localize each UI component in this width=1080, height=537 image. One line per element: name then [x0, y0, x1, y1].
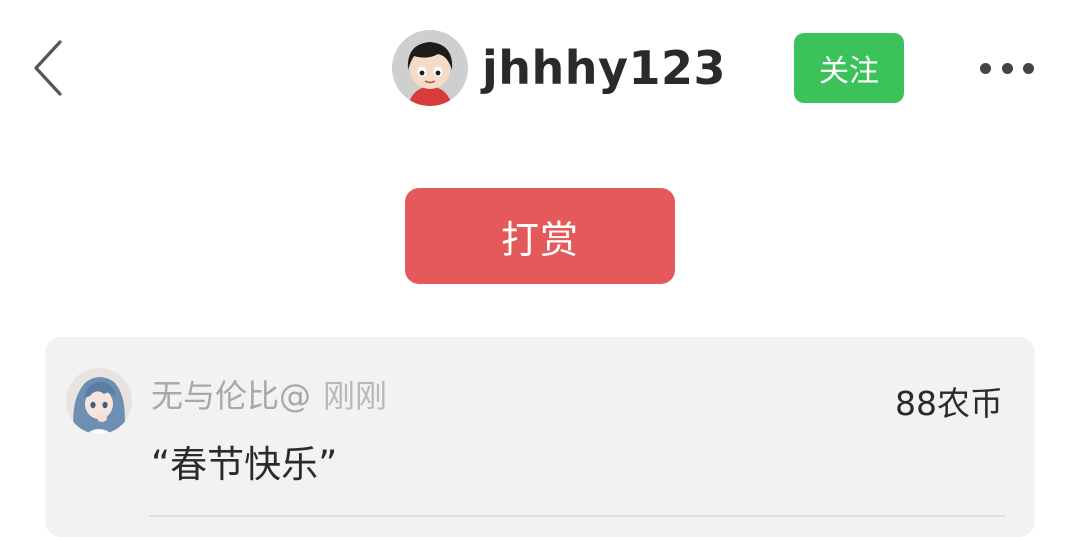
avatar[interactable] — [66, 368, 132, 434]
chevron-left-icon — [34, 40, 62, 96]
reward-meta: 无与伦比@ 刚刚 — [151, 371, 387, 417]
list-item[interactable]: 无与伦比@ 刚刚 88农币 “春节快乐” — [45, 337, 1035, 519]
follow-button[interactable]: 关注 — [794, 33, 904, 103]
more-dot-icon — [980, 62, 991, 74]
username[interactable]: jhhhy123 — [482, 30, 726, 106]
reward-button[interactable]: 打赏 — [405, 188, 675, 284]
divider — [149, 515, 1005, 517]
header-bar: jhhhy123 关注 — [0, 0, 1080, 140]
profile-header[interactable]: jhhhy123 — [392, 30, 726, 106]
reward-message: “春节快乐” — [151, 443, 338, 486]
avatar[interactable] — [392, 30, 468, 106]
timestamp: 刚刚 — [323, 377, 388, 415]
more-button[interactable] — [974, 48, 1040, 88]
cartoon-boy-avatar-icon — [392, 30, 468, 106]
reward-amount: 88农币 — [895, 384, 1003, 423]
more-dot-icon — [1001, 62, 1013, 74]
reward-list: 无与伦比@ 刚刚 88农币 “春节快乐” — [45, 337, 1035, 537]
more-dot-icon — [1023, 62, 1034, 74]
anime-girl-avatar-icon — [66, 368, 132, 434]
sender-name[interactable]: 无与伦比@ — [151, 371, 311, 417]
back-button[interactable] — [26, 36, 70, 100]
